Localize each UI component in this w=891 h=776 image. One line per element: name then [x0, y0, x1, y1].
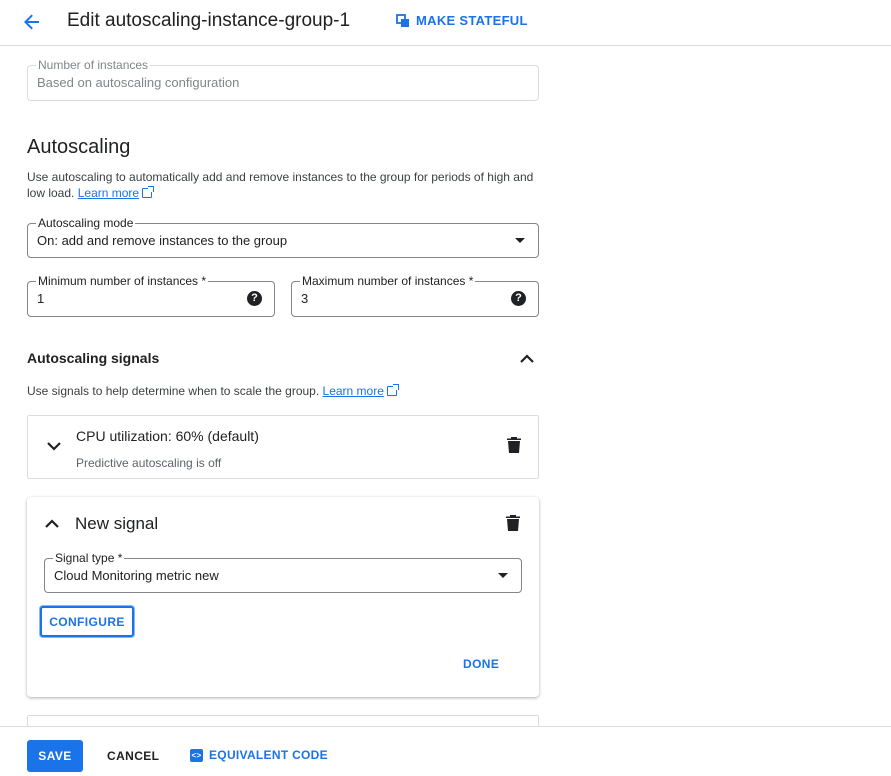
- max-instances-label: Maximum number of instances *: [300, 274, 476, 288]
- signal-type-value: Cloud Monitoring metric new: [54, 568, 219, 583]
- signals-learn-more-link[interactable]: Learn more: [323, 384, 384, 398]
- make-stateful-button[interactable]: MAKE STATEFUL: [396, 13, 528, 28]
- cpu-signal-subtitle: Predictive autoscaling is off: [76, 456, 222, 470]
- autoscaling-heading: Autoscaling: [27, 136, 131, 158]
- back-arrow-icon[interactable]: [18, 8, 46, 36]
- dropdown-arrow-icon: [515, 238, 525, 243]
- signals-description-text: Use signals to help determine when to sc…: [27, 384, 320, 398]
- number-of-instances-value: Based on autoscaling configuration: [37, 75, 240, 90]
- equivalent-code-label: EQUIVALENT CODE: [209, 748, 328, 762]
- autoscaling-mode-select[interactable]: Autoscaling mode On: add and remove inst…: [27, 216, 539, 258]
- autoscaling-signals-heading: Autoscaling signals: [27, 350, 160, 366]
- autoscaling-description: Use autoscaling to automatically add and…: [27, 169, 542, 201]
- max-instances-input[interactable]: Maximum number of instances * 3 ?: [291, 274, 539, 317]
- make-stateful-label: MAKE STATEFUL: [416, 13, 528, 28]
- help-icon[interactable]: ?: [247, 291, 262, 306]
- autoscaling-mode-label: Autoscaling mode: [36, 216, 136, 230]
- configure-button[interactable]: CONFIGURE: [40, 606, 134, 637]
- equivalent-code-button[interactable]: <> EQUIVALENT CODE: [190, 748, 328, 762]
- bottom-action-bar: SAVE CANCEL <> EQUIVALENT CODE: [0, 726, 891, 776]
- new-signal-title: New signal: [75, 514, 159, 533]
- min-instances-input[interactable]: Minimum number of instances * 1 ?: [27, 274, 275, 317]
- dropdown-arrow-icon: [498, 573, 508, 578]
- new-signal-card: New signal Signal type * Cloud Monitorin…: [27, 497, 539, 697]
- cancel-button[interactable]: CANCEL: [107, 749, 159, 763]
- autoscaling-mode-value: On: add and remove instances to the grou…: [37, 233, 288, 248]
- chevron-up-icon[interactable]: [42, 514, 62, 534]
- autoscaling-learn-more-link[interactable]: Learn more: [78, 186, 139, 200]
- external-link-icon: [386, 384, 399, 396]
- top-bar: Edit autoscaling-instance-group-1 MAKE S…: [0, 0, 891, 46]
- number-of-instances-field: Number of instances Based on autoscaling…: [27, 58, 539, 101]
- max-instances-value: 3: [301, 291, 309, 306]
- copy-icon: [396, 13, 409, 27]
- chevron-up-icon[interactable]: [516, 348, 538, 370]
- cpu-signal-card: CPU utilization: 60% (default) Predictiv…: [27, 415, 539, 479]
- page-title: Edit autoscaling-instance-group-1: [67, 10, 351, 31]
- code-icon: <>: [190, 748, 203, 762]
- min-instances-value: 1: [37, 291, 45, 306]
- done-button[interactable]: DONE: [463, 657, 499, 671]
- chevron-down-icon[interactable]: [44, 436, 64, 456]
- cpu-signal-title: CPU utilization: 60% (default): [76, 428, 259, 444]
- signals-description: Use signals to help determine when to sc…: [27, 384, 399, 398]
- help-icon[interactable]: ?: [511, 291, 526, 306]
- delete-icon[interactable]: [506, 515, 522, 533]
- delete-icon[interactable]: [507, 437, 523, 455]
- signal-type-select[interactable]: Signal type * Cloud Monitoring metric ne…: [44, 551, 522, 593]
- external-link-icon: [142, 186, 155, 198]
- min-instances-label: Minimum number of instances *: [36, 274, 209, 288]
- number-of-instances-label: Number of instances: [36, 58, 151, 72]
- signal-type-label: Signal type *: [53, 551, 125, 565]
- save-button[interactable]: SAVE: [27, 740, 83, 772]
